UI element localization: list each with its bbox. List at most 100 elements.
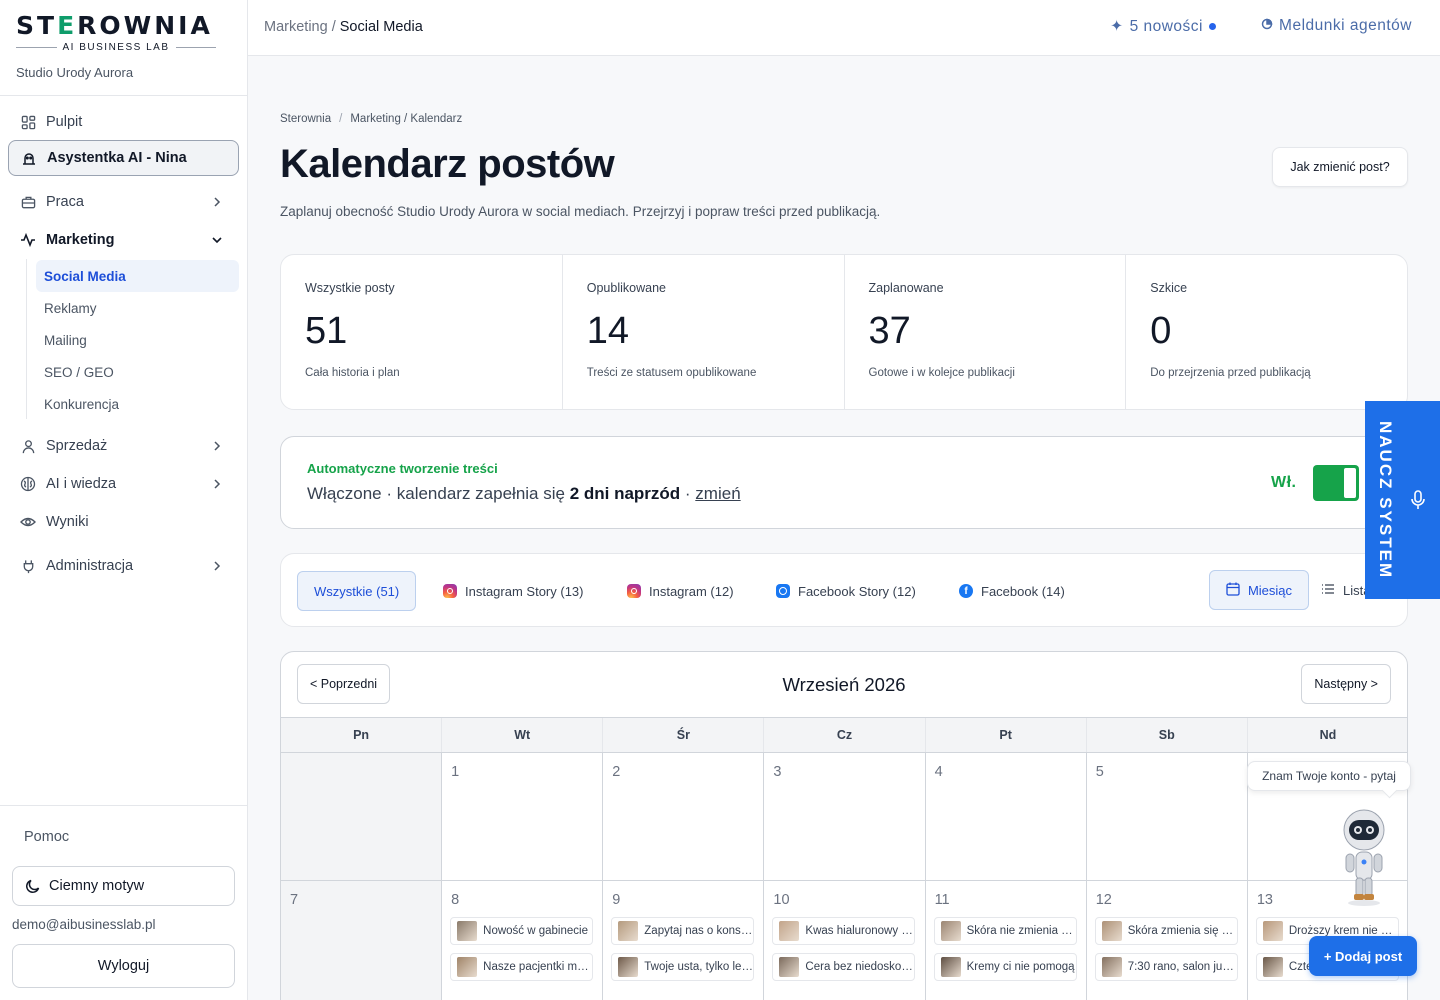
weekday-label: Wt [442,718,604,752]
calendar-day-cell[interactable]: 4 [925,753,1087,881]
breadcrumb-parent[interactable]: Marketing / [264,19,340,35]
post-thumbnail [618,921,639,941]
calendar-day-cell[interactable]: 1 [442,753,604,881]
sidebar: STEROWNIA AI BUSINESS LAB Studio Urody A… [0,0,248,1000]
agent-reports-label: Meldunki agentów [1279,17,1412,34]
chevron-right-icon [214,479,221,489]
weekday-label: Cz [764,718,926,752]
stat-description: Treści ze statusem opublikowane [586,367,757,379]
calendar-day-cell[interactable]: 9 Zapytaj nas o konsultację Twoje usta, ty… [603,881,765,1000]
subnav-social-media[interactable]: Social Media [36,260,239,292]
calendar-post[interactable]: Nowość w gabinecie [450,917,594,945]
stat-label: Wszystkie posty [305,281,395,295]
nav-results[interactable]: Wyniki [8,505,239,539]
view-list-button[interactable]: Lista [1321,570,1370,610]
chevron-right-icon [214,561,221,571]
stats-panel: Wszystkie posty 51 Cała historia i plan … [280,254,1408,410]
filter-facebook-story[interactable]: Facebook Story (12) [760,571,932,611]
breadcrumb-current: Social Media [339,19,423,35]
activity-icon [20,232,36,248]
calendar-day-cell[interactable] [281,753,443,881]
calendar-post[interactable]: Nasze pacjentki mówią [450,953,594,981]
nav-ai-knowledge[interactable]: AI i wiedza [8,467,239,501]
weekday-label: Śr [603,718,765,752]
weekday-label: Pt [926,718,1087,752]
filter-instagram-story[interactable]: Instagram Story (13) [427,571,600,611]
subnav-seo[interactable]: SEO / GEO [36,356,239,388]
calendar-post[interactable]: Twoje usta, tylko lepsze [611,953,755,981]
nav-dashboard[interactable]: Pulpit [8,105,239,139]
change-link[interactable]: zmień [695,484,740,503]
calendar-day-cell[interactable]: 12 Skóra zmienia się z wiekiem 7:30 rano, … [1087,881,1248,1000]
dark-theme-button[interactable]: Ciemny motyw [12,866,235,906]
day-number: 1 [451,764,460,780]
help-link[interactable]: Pomoc [24,829,69,845]
calendar-post[interactable]: Skóra zmienia się z wiekiem [1094,917,1238,945]
stat-description: Gotowe i w kolejce publikacji [868,367,1015,379]
calendar-day-cell[interactable]: 5 [1086,753,1248,881]
post-title: Skóra zmienia się z wiekiem [1127,925,1237,937]
weekday-label: Sb [1087,718,1248,752]
calendar-post[interactable]: Zapytaj nas o konsultację [611,917,755,945]
calendar-day-cell[interactable]: 8 Nowość w gabinecie Nasze pacjentki mówią [442,881,604,1000]
stat-value: 14 [586,310,630,352]
how-to-edit-post-button[interactable]: Jak zmienić post? [1272,147,1408,187]
calendar-post[interactable]: Cera bez niedoskonałości [772,953,916,981]
nav-admin[interactable]: Administracja [8,549,239,583]
nav-sales[interactable]: Sprzedaż [8,429,239,463]
teach-system-tab[interactable]: NAUCZ SYSTEM [1365,401,1440,599]
post-title: Zapytaj nas o konsultację [644,925,753,937]
auto-content-toggle[interactable] [1313,465,1359,501]
calendar-post[interactable]: Kwas hialuronowy w praktyce [772,917,916,945]
breadcrumb-home[interactable]: Sterownia [280,113,331,125]
filter-label: Wszystkie (51) [314,583,400,599]
breadcrumb-current: Marketing / Kalendarz [350,113,463,125]
subnav-mailing[interactable]: Mailing [36,324,239,356]
agent-reports-button[interactable]: Meldunki agentów [1261,17,1412,35]
nav-label: Administracja [46,558,134,574]
filter-label: Facebook (14) [981,583,1065,599]
stat-label: Opublikowane [586,281,666,295]
filter-label: Instagram (12) [649,583,734,599]
view-month-label: Miesiąc [1247,582,1293,598]
calendar-day-cell[interactable]: 10 Kwas hialuronowy w praktyce Cera bez ni… [764,881,926,1000]
add-post-button[interactable]: + Dodaj post [1309,936,1417,976]
assistant-robot-avatar[interactable] [1334,806,1394,906]
filter-instagram[interactable]: Instagram (12) [611,571,750,611]
nav-marketing[interactable]: Marketing [8,223,239,257]
nav-assistant[interactable]: Asystentka AI - Nina [8,140,239,176]
filter-all[interactable]: Wszystkie (51) [297,571,417,611]
page-breadcrumb: Sterownia / Marketing / Kalendarz [280,113,462,125]
subnav-competition[interactable]: Konkurencja [36,388,239,420]
calendar-post[interactable]: 7:30 rano, salon już otwarty [1094,953,1238,981]
calendar-day-cell[interactable]: 11 Skóra nie zmienia się sama Kremy ci nie… [926,881,1087,1000]
robot-icon [21,150,37,166]
calendar-day-cell[interactable]: 7 [281,881,443,1000]
nav-label: Pulpit [46,114,83,130]
post-title: Nowość w gabinecie [483,925,588,937]
post-thumbnail [1262,957,1283,977]
list-icon [1321,582,1335,599]
eye-icon [20,514,36,530]
day-number: 11 [934,892,950,908]
logout-button[interactable]: Wyloguj [12,944,235,988]
calendar-post[interactable]: Kremy ci nie pomogą [933,953,1077,981]
divider [0,95,247,96]
nav-work[interactable]: Praca [8,185,239,219]
calendar-day-cell[interactable]: 2 [603,753,765,881]
weekday-label: Nd [1248,718,1407,752]
post-title: Kremy ci nie pomogą [966,961,1075,973]
calendar-day-cell[interactable]: 3 [764,753,926,881]
auto-content-title: Automatyczne tworzenie treści [307,461,498,476]
weekday-label: Pn [281,718,443,752]
filter-facebook[interactable]: f Facebook (14) [943,571,1081,611]
view-month-button[interactable]: Miesiąc [1209,570,1309,610]
sparkle-icon: ✦ [1110,18,1124,35]
logo[interactable]: STEROWNIA AI BUSINESS LAB [16,12,217,53]
calendar-post[interactable]: Skóra nie zmienia się sama [933,917,1077,945]
day-number: 7 [290,892,299,908]
subnav-ads[interactable]: Reklamy [36,292,239,324]
next-month-button[interactable]: Następny > [1301,664,1391,704]
calendar-icon [1226,582,1240,599]
news-button[interactable]: ✦ 5 nowości [1110,17,1216,36]
